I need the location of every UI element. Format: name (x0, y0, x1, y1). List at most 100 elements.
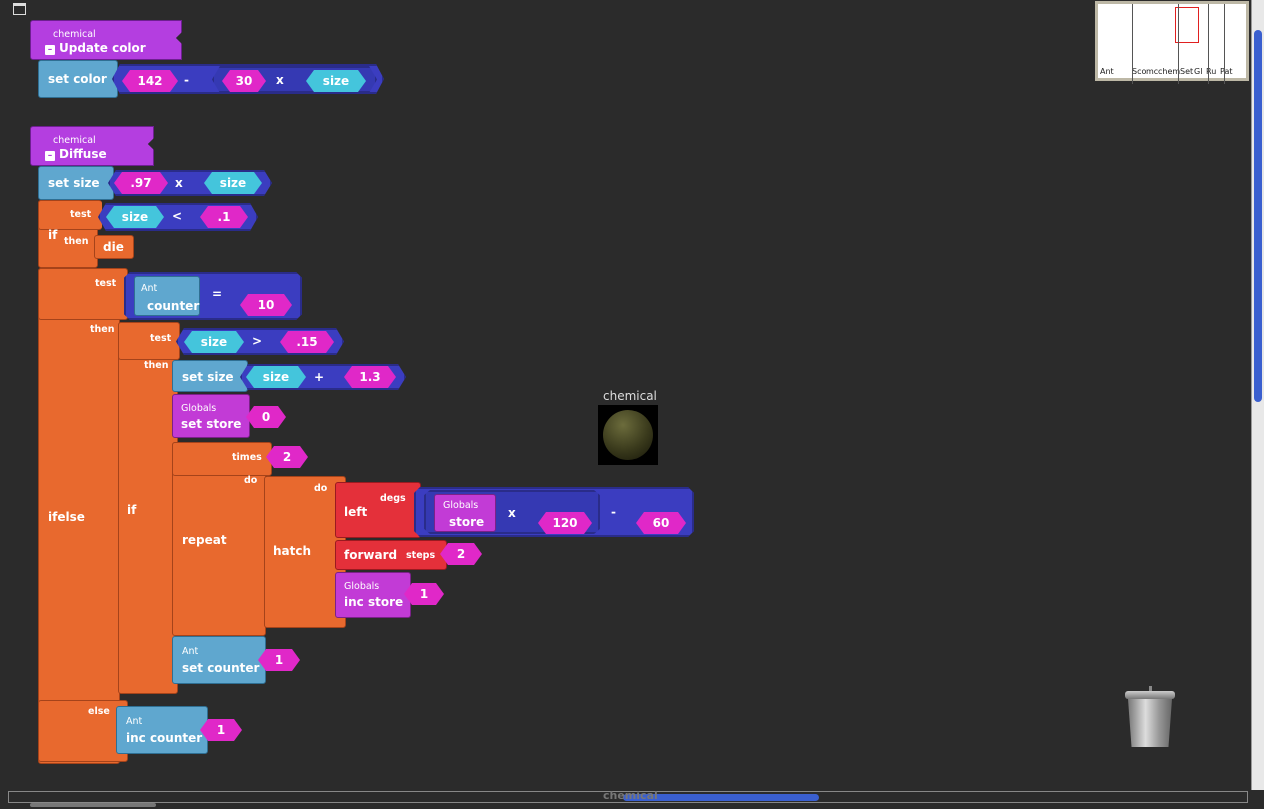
forward-block[interactable]: forward steps (335, 540, 447, 570)
procedure-name: Update color (59, 41, 146, 55)
inc-counter-label: inc counter (126, 731, 203, 745)
minus-operator-label: - (611, 505, 616, 519)
number-10[interactable]: 10 (240, 294, 292, 316)
times-operator-label: x (508, 506, 516, 520)
ant-set-counter-block[interactable]: Ant set counter (172, 636, 266, 684)
trash-can-icon[interactable] (1124, 686, 1176, 748)
size-variable[interactable]: size (306, 70, 366, 92)
do-label: do (314, 483, 328, 494)
size-variable[interactable]: size (246, 366, 306, 388)
set-size-label: set size (182, 370, 234, 384)
chemical-sphere-icon (603, 410, 653, 460)
ant-inc-counter-block[interactable]: Ant inc counter (116, 706, 208, 754)
number-1[interactable]: 1 (200, 719, 242, 741)
size-variable[interactable]: size (184, 331, 244, 353)
ant-counter-getter[interactable]: Ant counter (134, 276, 200, 316)
number-97[interactable]: .97 (114, 172, 168, 194)
then-label: then (90, 324, 115, 335)
vertical-scrollbar[interactable] (1251, 0, 1264, 790)
left-label: left (344, 505, 368, 519)
less-than-label: < (172, 209, 183, 223)
breed-label: Ant (182, 646, 199, 657)
number-1[interactable]: 1 (404, 583, 444, 605)
number-13[interactable]: 1.3 (344, 366, 396, 388)
procedure-diffuse[interactable]: chemical – Diffuse (30, 126, 154, 166)
number-1[interactable]: 1 (258, 649, 300, 671)
minimap-label: chem (1158, 67, 1180, 76)
repeat-label: repeat (182, 533, 227, 547)
procedure-breed-label: chemical (53, 135, 96, 146)
procedure-update-color[interactable]: chemical – Update color (30, 20, 182, 60)
ifelse-else-arm (38, 700, 128, 762)
set-color-block[interactable]: set color (38, 60, 118, 98)
inc-store-label: inc store (344, 595, 404, 609)
breed-label: Globals (443, 500, 479, 511)
number-01[interactable]: .1 (200, 206, 248, 228)
set-counter-label: set counter (182, 661, 260, 675)
number-120[interactable]: 120 (538, 512, 592, 534)
test-label: test (95, 278, 117, 289)
breed-label: Ant (141, 283, 158, 294)
number-0[interactable]: 0 (246, 406, 286, 428)
if-label: if (48, 228, 58, 242)
number-30[interactable]: 30 (222, 70, 266, 92)
degs-label: degs (380, 493, 406, 504)
number-142[interactable]: 142 (122, 70, 178, 92)
number-015[interactable]: .15 (280, 331, 334, 353)
set-size-block[interactable]: set size (38, 166, 114, 200)
die-label: die (103, 240, 124, 254)
number-2[interactable]: 2 (266, 446, 308, 468)
left-block[interactable]: left degs (335, 482, 421, 538)
minimap[interactable]: Ant Scope mc chem Set Gl Ru Pat (1095, 1, 1249, 84)
steps-label: steps (406, 550, 436, 561)
set-size-block[interactable]: set size (172, 360, 248, 392)
store-label: store (449, 515, 485, 529)
collapse-icon[interactable]: – (45, 45, 55, 55)
globals-set-store-block[interactable]: Globals set store (172, 394, 250, 438)
minimap-label: Gl (1194, 67, 1203, 76)
test-label: test (70, 209, 92, 220)
breed-label: Globals (181, 403, 217, 414)
times-label: times (232, 452, 262, 463)
forward-label: forward (344, 548, 398, 562)
minimap-label: mc (1146, 67, 1158, 76)
minus-operator-label: - (184, 73, 189, 87)
counter-label: counter (147, 299, 200, 313)
number-2[interactable]: 2 (440, 543, 482, 565)
globals-store-getter[interactable]: Globals store (434, 494, 496, 532)
equals-label: = (212, 287, 223, 301)
procedure-name: Diffuse (59, 147, 107, 161)
set-store-label: set store (181, 417, 242, 431)
collapse-icon[interactable]: – (45, 151, 55, 161)
minimap-label: Pat (1220, 67, 1233, 76)
globals-inc-store-block[interactable]: Globals inc store (335, 572, 411, 618)
if-label: if (127, 503, 137, 517)
size-variable[interactable]: size (204, 172, 262, 194)
bottom-scroll-left (30, 803, 156, 807)
set-size-label: set size (48, 176, 100, 190)
then-label: then (144, 360, 169, 371)
times-operator-label: x (175, 176, 183, 190)
window-menu-icon[interactable] (13, 3, 26, 15)
chemical-sprite[interactable] (598, 405, 658, 465)
do-label: do (244, 475, 258, 486)
then-label: then (64, 236, 89, 247)
breed-label: Globals (344, 581, 380, 592)
times-operator-label: x (276, 73, 284, 87)
plus-label: + (314, 370, 325, 384)
set-color-label: set color (48, 72, 107, 86)
breed-label: Ant (126, 716, 143, 727)
ifelse-label: ifelse (48, 510, 85, 524)
vertical-scroll-thumb[interactable] (1254, 30, 1262, 402)
hatch-label: hatch (273, 544, 312, 558)
minimap-label: Set (1180, 67, 1194, 76)
minimap-label: Scope (1132, 67, 1146, 76)
bottom-scroll-label: chemical (603, 789, 658, 802)
chemical-sprite-label: chemical (603, 389, 657, 403)
minimap-label: Ant (1100, 67, 1114, 76)
greater-than-label: > (252, 334, 263, 348)
die-block[interactable]: die (94, 235, 134, 259)
number-60[interactable]: 60 (636, 512, 686, 534)
size-variable[interactable]: size (106, 206, 164, 228)
procedure-breed-label: chemical (53, 29, 96, 40)
